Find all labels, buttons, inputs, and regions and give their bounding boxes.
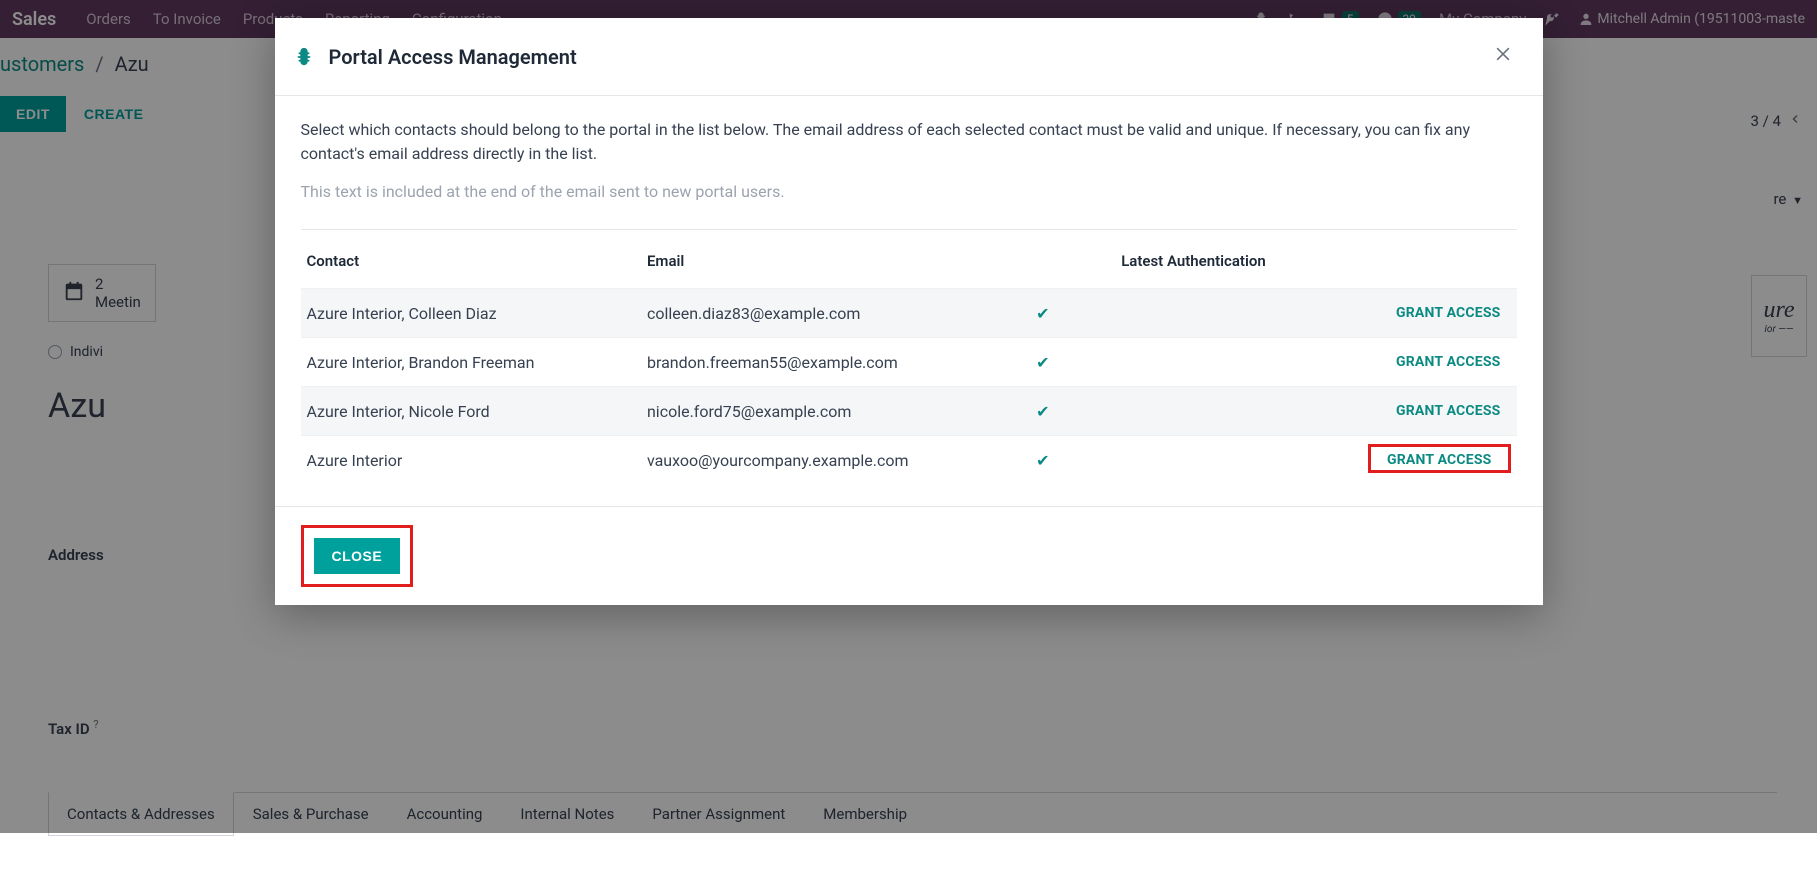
divider: [301, 229, 1517, 230]
close-button[interactable]: CLOSE: [314, 538, 401, 574]
portal-access-modal: Portal Access Management Select which co…: [275, 18, 1543, 605]
bug-icon[interactable]: [293, 46, 315, 68]
contact-name: Azure Interior, Brandon Freeman: [301, 338, 641, 387]
table-row: Azure Interior, Nicole Ford nicole.ford7…: [301, 387, 1517, 436]
auth-cell: [1115, 387, 1358, 436]
modal-title: Portal Access Management: [329, 45, 577, 69]
check-icon: ✔: [1036, 402, 1049, 421]
contact-email[interactable]: colleen.diaz83@example.com: [641, 289, 1030, 338]
close-icon[interactable]: [1489, 40, 1517, 73]
table-row: Azure Interior, Colleen Diaz colleen.dia…: [301, 289, 1517, 338]
highlighted-close: CLOSE: [301, 525, 414, 587]
grant-access-button[interactable]: GRANT ACCESS: [1386, 397, 1511, 425]
table-row: Azure Interior vauxoo@yourcompany.exampl…: [301, 436, 1517, 485]
check-icon: ✔: [1036, 353, 1049, 372]
col-status: [1030, 242, 1115, 289]
col-auth: Latest Authentication: [1115, 242, 1358, 289]
table-row: Azure Interior, Brandon Freeman brandon.…: [301, 338, 1517, 387]
portal-contacts-table: Contact Email Latest Authentication Azur…: [301, 242, 1517, 484]
contact-name: Azure Interior, Nicole Ford: [301, 387, 641, 436]
contact-email[interactable]: vauxoo@yourcompany.example.com: [641, 436, 1030, 485]
col-email: Email: [641, 242, 1030, 289]
contact-name: Azure Interior, Colleen Diaz: [301, 289, 641, 338]
col-contact: Contact: [301, 242, 641, 289]
contact-email[interactable]: nicole.ford75@example.com: [641, 387, 1030, 436]
modal-footer: CLOSE: [275, 506, 1543, 605]
modal-overlay: Portal Access Management Select which co…: [0, 0, 1817, 833]
contact-name: Azure Interior: [301, 436, 641, 485]
highlighted-grant: GRANT ACCESS: [1368, 444, 1511, 473]
welcome-message-input[interactable]: This text is included at the end of the …: [301, 182, 1517, 201]
check-icon: ✔: [1036, 451, 1049, 470]
auth-cell: [1115, 436, 1358, 485]
grant-access-button[interactable]: GRANT ACCESS: [1377, 446, 1502, 474]
grant-access-button[interactable]: GRANT ACCESS: [1386, 299, 1511, 327]
check-icon: ✔: [1036, 304, 1049, 323]
modal-header: Portal Access Management: [275, 18, 1543, 96]
contact-email[interactable]: brandon.freeman55@example.com: [641, 338, 1030, 387]
auth-cell: [1115, 289, 1358, 338]
instructions-text: Select which contacts should belong to t…: [301, 118, 1517, 166]
modal-body: Select which contacts should belong to t…: [275, 96, 1543, 506]
col-action: [1358, 242, 1516, 289]
auth-cell: [1115, 338, 1358, 387]
grant-access-button[interactable]: GRANT ACCESS: [1386, 348, 1511, 376]
